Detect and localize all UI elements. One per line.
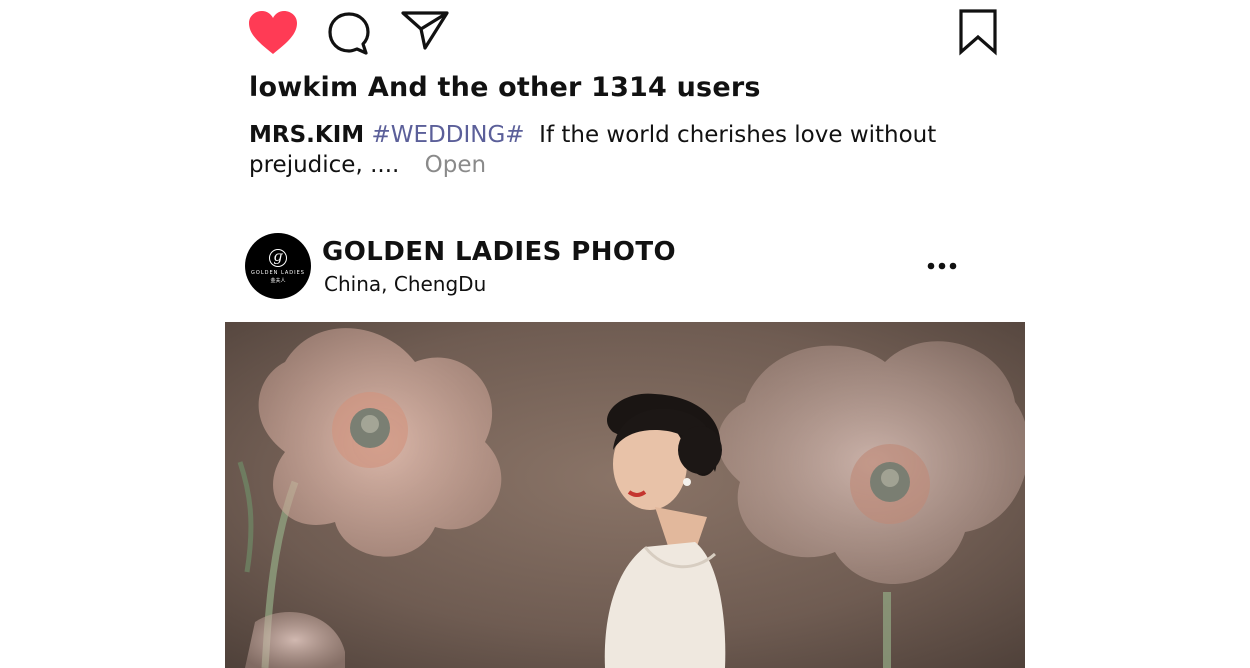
- location-country: China,: [324, 272, 388, 296]
- post-photo[interactable]: [225, 322, 1025, 668]
- wedding-portrait-image: [225, 322, 1025, 668]
- bookmark-icon[interactable]: [957, 8, 999, 56]
- post-location[interactable]: China, ChengDu: [324, 272, 486, 296]
- likes-summary[interactable]: lowkim And the other 1314 users: [249, 72, 761, 103]
- share-icon[interactable]: [400, 9, 450, 51]
- avatar-brand: GOLDEN LADIES: [251, 269, 305, 276]
- comment-icon[interactable]: [325, 10, 373, 56]
- location-city: ChengDu: [393, 272, 487, 296]
- post-caption: MRS.KIM #WEDDING# If the world cherishes…: [249, 120, 949, 180]
- avatar[interactable]: ɡ GOLDEN LADIES 金夫人: [245, 233, 311, 299]
- caption-open-link[interactable]: Open: [425, 152, 486, 178]
- caption-hashtag[interactable]: #WEDDING#: [371, 122, 524, 148]
- account-name[interactable]: GOLDEN LADIES PHOTO: [322, 237, 676, 267]
- brand-logo-icon: ɡ: [269, 248, 287, 267]
- caption-username[interactable]: MRS.KIM: [249, 122, 364, 148]
- more-horizontal-icon[interactable]: [925, 256, 959, 276]
- post-actions: [0, 0, 1250, 60]
- heart-icon[interactable]: [247, 10, 299, 56]
- avatar-brand-sub: 金夫人: [270, 277, 286, 284]
